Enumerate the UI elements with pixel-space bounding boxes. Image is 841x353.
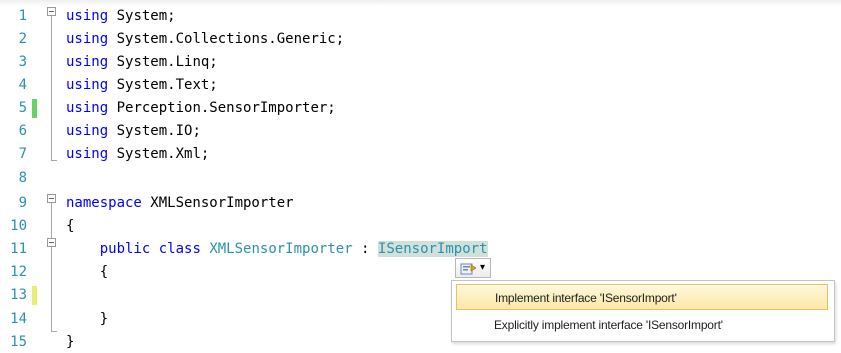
code-token: : bbox=[352, 241, 378, 257]
line-number: 11 bbox=[10, 241, 27, 257]
keyword-token: using bbox=[66, 100, 109, 116]
code-text: using System.Text; bbox=[66, 74, 218, 96]
keyword-token: using bbox=[66, 123, 109, 139]
line-number: 14 bbox=[10, 311, 27, 327]
type-token: XMLSensorImporter bbox=[209, 241, 353, 257]
code-text: using System.Linq; bbox=[66, 51, 218, 73]
code-token: } bbox=[66, 334, 75, 350]
outline-end-usings bbox=[51, 160, 57, 161]
code-token: System; bbox=[108, 8, 176, 24]
code-line[interactable]: 2 using System.Collections.Generic; bbox=[0, 28, 841, 50]
outline-line-usings bbox=[51, 16, 52, 160]
code-line[interactable]: 5 using Perception.SensorImporter; bbox=[0, 97, 841, 119]
keyword-token: using bbox=[66, 146, 109, 162]
keyword-token: using bbox=[66, 54, 109, 70]
line-number: 7 bbox=[18, 146, 27, 162]
line-number: 5 bbox=[18, 100, 27, 116]
line-number: 2 bbox=[18, 31, 27, 47]
outline-end-namespace bbox=[51, 331, 57, 332]
unsaved-change-marker bbox=[32, 286, 37, 305]
outline-line-namespace bbox=[51, 203, 52, 331]
code-line[interactable]: 1 using System; bbox=[0, 5, 841, 27]
code-token: System.Text; bbox=[108, 77, 218, 93]
code-token: XMLSensorImporter bbox=[141, 195, 294, 211]
menu-item-label: Explicitly implement interface 'ISensorI… bbox=[494, 318, 723, 332]
smart-tag-button[interactable]: ▾ bbox=[455, 258, 491, 278]
menu-item-explicitly-implement-interface[interactable]: Explicitly implement interface 'ISensorI… bbox=[456, 312, 828, 338]
type-token: ISensorImport bbox=[377, 241, 488, 257]
code-text: { bbox=[66, 215, 74, 237]
code-token: System.Collections.Generic; bbox=[108, 31, 345, 47]
code-editor-window: 1 using System; 2 using System.Collections.… bbox=[0, 0, 841, 350]
code-line[interactable]: 8 bbox=[0, 167, 841, 189]
code-token: { bbox=[66, 264, 109, 280]
line-number: 3 bbox=[18, 54, 27, 70]
saved-change-marker bbox=[32, 99, 37, 118]
line-number: 9 bbox=[18, 195, 27, 211]
code-token: System.IO; bbox=[108, 123, 201, 139]
code-text: using System; bbox=[66, 5, 176, 27]
code-line[interactable]: 11 public class XMLSensorImporter : ISen… bbox=[0, 238, 841, 260]
menu-item-implement-interface[interactable]: Implement interface 'ISensorImport' bbox=[456, 284, 828, 310]
menu-item-label: Implement interface 'ISensorImport' bbox=[495, 291, 677, 305]
code-line[interactable]: 3 using System.Linq; bbox=[0, 51, 841, 73]
code-line[interactable]: 6 using System.IO; bbox=[0, 120, 841, 142]
code-text: { bbox=[66, 261, 108, 283]
code-token: System.Linq; bbox=[108, 54, 218, 70]
code-text: using System.Xml; bbox=[66, 143, 209, 165]
keyword-token: using bbox=[66, 31, 109, 47]
line-number: 6 bbox=[18, 123, 27, 139]
code-text: using Perception.SensorImporter; bbox=[66, 97, 336, 119]
line-number: 1 bbox=[18, 8, 27, 24]
line-number: 4 bbox=[18, 77, 27, 93]
chevron-down-icon: ▾ bbox=[480, 262, 486, 273]
line-number: 13 bbox=[10, 287, 27, 303]
code-text: using System.IO; bbox=[66, 120, 201, 142]
smart-tag-icon bbox=[460, 263, 477, 275]
code-token: Perception.SensorImporter; bbox=[108, 100, 336, 116]
code-token: } bbox=[66, 311, 109, 327]
code-line[interactable]: 4 using System.Text; bbox=[0, 74, 841, 96]
line-number: 12 bbox=[10, 264, 27, 280]
code-line[interactable]: 7 using System.Xml; bbox=[0, 143, 841, 165]
code-token: { bbox=[66, 218, 75, 234]
smart-tag-menu: Implement interface 'ISensorImport' Expl… bbox=[451, 280, 835, 342]
line-number: 8 bbox=[18, 170, 27, 186]
line-number: 10 bbox=[10, 218, 27, 234]
keyword-token: namespace bbox=[66, 195, 142, 211]
keyword-token: class bbox=[158, 241, 201, 257]
code-line[interactable]: 9 namespace XMLSensorImporter bbox=[0, 192, 841, 214]
code-line[interactable]: 10 { bbox=[0, 215, 841, 237]
code-token: System.Xml; bbox=[108, 146, 210, 162]
keyword-token: using bbox=[66, 8, 109, 24]
collapse-using-icon[interactable] bbox=[47, 7, 56, 16]
collapse-class-icon[interactable] bbox=[47, 238, 56, 247]
code-text: namespace XMLSensorImporter bbox=[66, 192, 294, 214]
code-text: } bbox=[66, 308, 108, 330]
keyword-token: using bbox=[66, 77, 109, 93]
keyword-token: public bbox=[66, 241, 151, 257]
code-text: using System.Collections.Generic; bbox=[66, 28, 344, 50]
code-text: public class XMLSensorImporter : ISensor… bbox=[66, 238, 488, 260]
collapse-namespace-icon[interactable] bbox=[47, 194, 56, 203]
